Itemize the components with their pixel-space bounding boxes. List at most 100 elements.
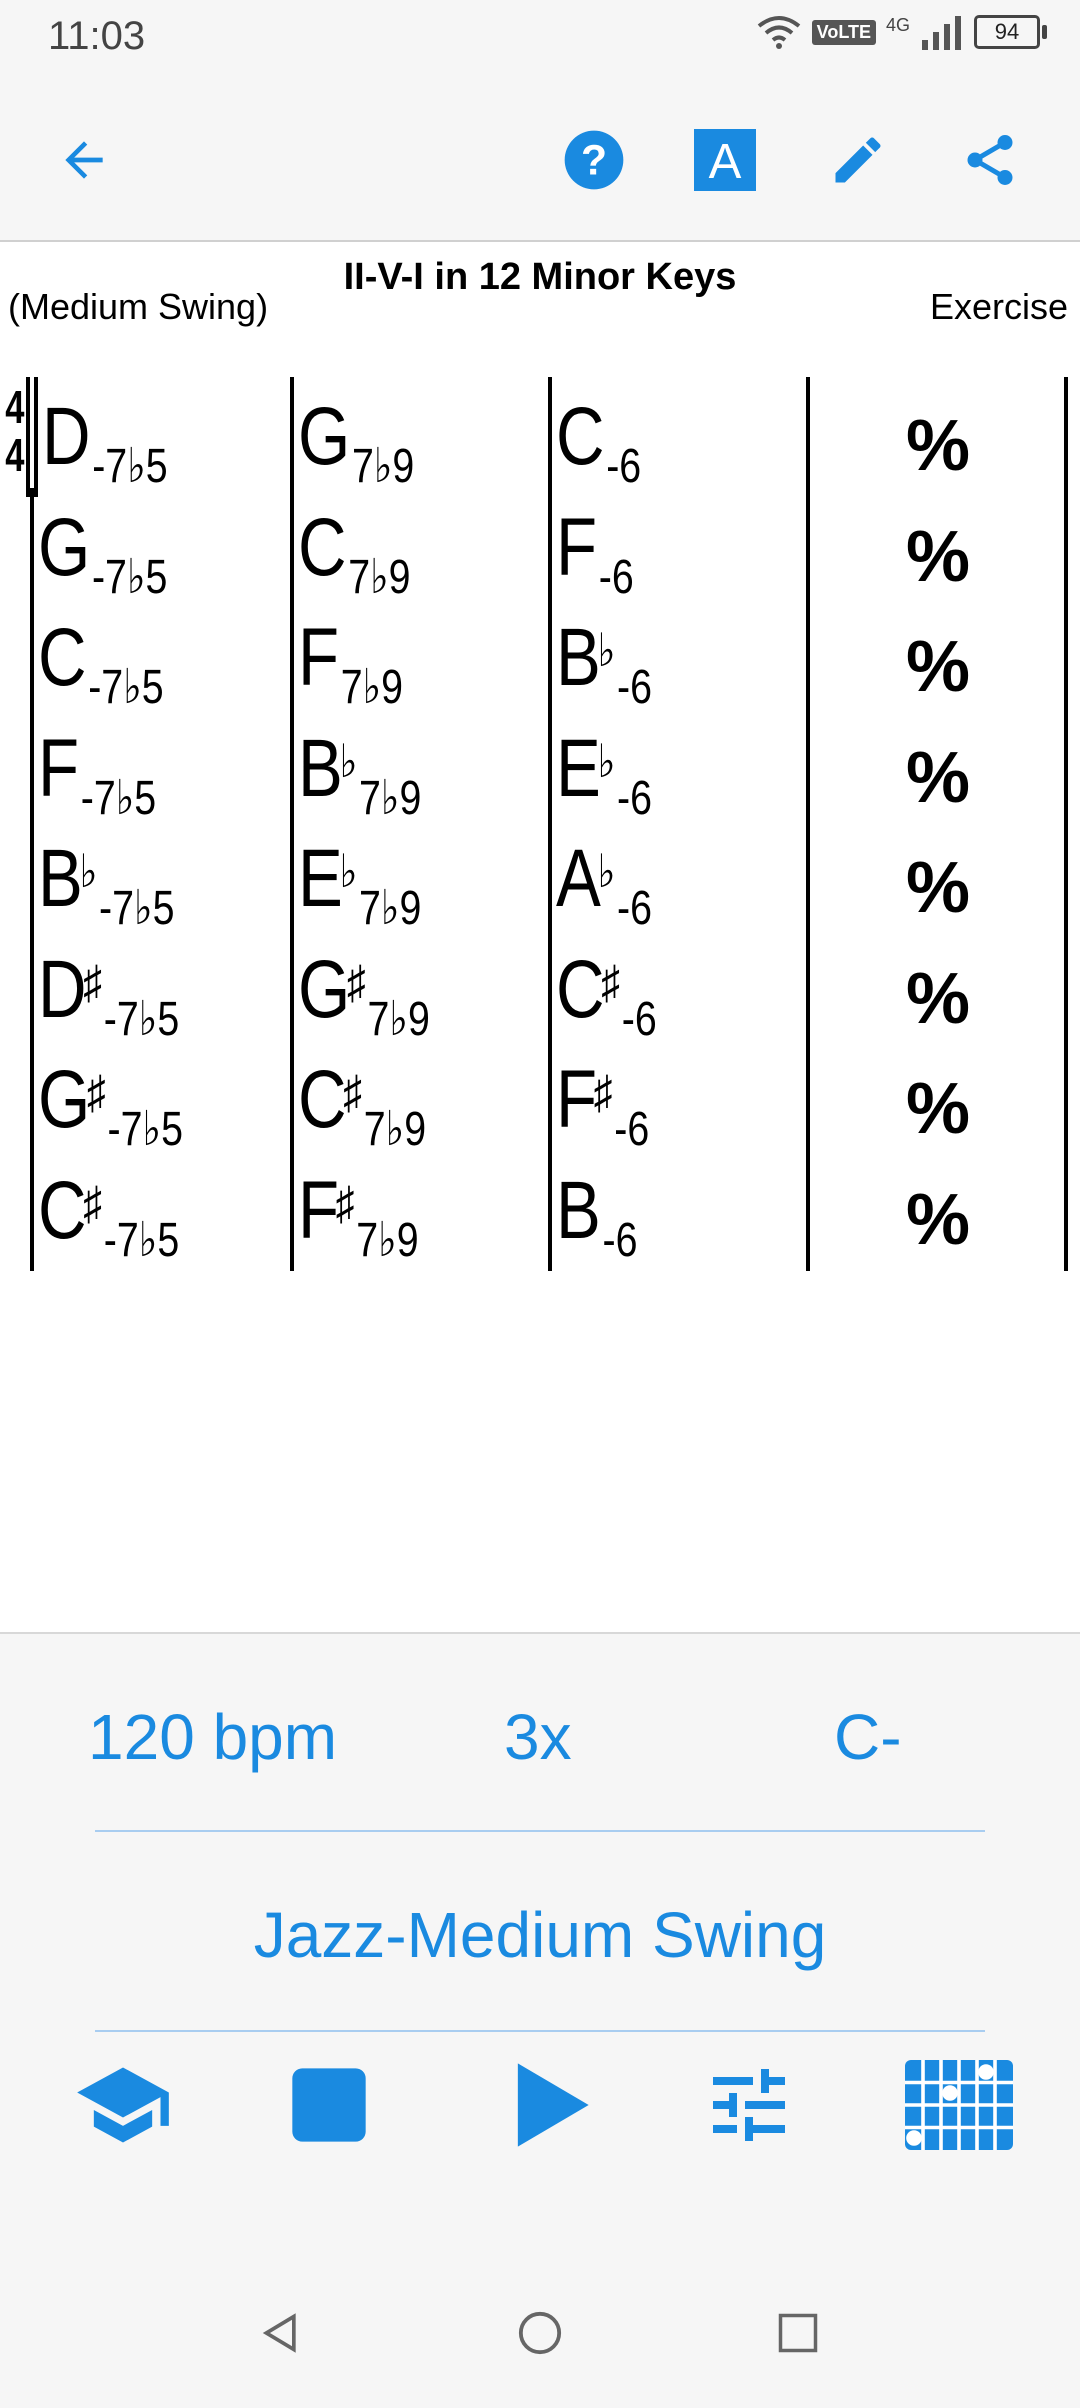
measure-repeat-symbol[interactable]: %: [906, 958, 970, 1040]
divider-top: [95, 1830, 985, 1832]
bar-line: [1064, 1150, 1068, 1271]
measure-repeat-symbol[interactable]: %: [906, 1179, 970, 1261]
chord-row: F-7♭5 B♭7♭9 E♭-6%: [0, 708, 1080, 831]
nav-recents-button[interactable]: [763, 2298, 833, 2368]
chord-symbol[interactable]: B♭-7♭5: [38, 829, 174, 941]
chord-symbol[interactable]: C♯-7♭5: [38, 1161, 179, 1273]
chord-extension: -7♭5: [103, 1213, 180, 1267]
measure-repeat-symbol[interactable]: %: [906, 405, 970, 487]
nav-back-icon: [262, 2313, 296, 2353]
nav-home-button[interactable]: [505, 2298, 575, 2368]
chord-accidental: ♭: [79, 845, 98, 897]
chord-accidental: ♯: [87, 1066, 106, 1118]
measure-repeat-symbol[interactable]: %: [906, 516, 970, 598]
chord-sheet[interactable]: II-V-I in 12 Minor Keys (Medium Swing) E…: [0, 242, 1080, 1632]
bar-line: [30, 819, 34, 939]
chord-symbol[interactable]: F7♭9: [298, 608, 403, 720]
font-icon: A: [694, 129, 756, 191]
chord-row: G-7♭5 C7♭9 F-6%: [0, 487, 1080, 610]
practice-button[interactable]: [68, 2050, 178, 2160]
bar-line: [806, 1040, 810, 1160]
fretboard-button[interactable]: [904, 2050, 1014, 2160]
status-icons: VoLTE 4G 94: [756, 14, 1047, 50]
chord-root: C: [556, 943, 605, 1035]
app-bar: ? A: [0, 80, 1080, 242]
chord-symbol[interactable]: F♯-6: [556, 1050, 649, 1162]
chord-extension: 7♭9: [351, 440, 415, 493]
measure-repeat-symbol[interactable]: %: [906, 737, 970, 819]
chord-symbol[interactable]: G♯7♭9: [298, 940, 430, 1052]
chord-accidental: ♯: [83, 955, 103, 1008]
chord-root: B: [38, 833, 83, 924]
chord-symbol[interactable]: G♯-7♭5: [38, 1050, 183, 1162]
chord-accidental: ♭: [597, 845, 616, 897]
chord-root: E: [556, 722, 601, 814]
share-button[interactable]: [950, 120, 1030, 200]
chord-symbol[interactable]: C-6: [556, 387, 641, 499]
chord-accidental: ♯: [601, 955, 621, 1008]
chord-accidental: ♭: [597, 734, 616, 787]
repeat-count[interactable]: 3x: [504, 1700, 572, 1774]
chord-symbol[interactable]: G7♭9: [298, 387, 414, 499]
chord-accidental: ♯: [83, 1176, 103, 1229]
measure-repeat-symbol[interactable]: %: [906, 626, 970, 708]
bar-line: [30, 1150, 34, 1271]
bar-line: [290, 1040, 294, 1160]
chord-symbol[interactable]: B♭-6: [556, 608, 652, 720]
chord-symbol[interactable]: F-7♭5: [38, 719, 156, 831]
font-button[interactable]: A: [685, 120, 765, 200]
stop-button[interactable]: [274, 2050, 384, 2160]
chord-symbol[interactable]: D-7♭5: [42, 387, 168, 499]
key-value[interactable]: C-: [834, 1700, 902, 1774]
chord-row: D♯-7♭5 G♯7♭9 C♯-6%: [0, 929, 1080, 1052]
chord-extension: 7♭9: [348, 550, 411, 604]
help-button[interactable]: ?: [554, 120, 634, 200]
chord-accidental: ♭: [339, 734, 358, 787]
chord-extension: 7♭9: [367, 992, 430, 1046]
chord-accidental: ♭: [339, 845, 358, 897]
status-time: 11:03: [48, 14, 146, 58]
chord-symbol[interactable]: B-6: [556, 1161, 638, 1273]
mixer-button[interactable]: [694, 2050, 804, 2160]
chord-symbol[interactable]: E♭-6: [556, 719, 652, 831]
chord-extension: -6: [617, 661, 653, 714]
svg-text:?: ?: [581, 137, 607, 185]
wifi-icon: [757, 16, 800, 49]
style-selector[interactable]: Jazz-Medium Swing: [0, 1898, 1080, 1972]
bar-line: [806, 1150, 810, 1271]
double-bar-line: [26, 377, 30, 497]
chord-symbol[interactable]: C7♭9: [298, 498, 411, 610]
song-style: (Medium Swing): [8, 286, 269, 327]
chord-symbol[interactable]: C♯-6: [556, 940, 657, 1052]
bar-line: [548, 598, 552, 718]
chord-symbol[interactable]: D♯-7♭5: [38, 940, 179, 1052]
chord-symbol[interactable]: B♭7♭9: [298, 719, 421, 831]
chord-extension: -6: [598, 550, 634, 604]
network-type: 4G: [885, 14, 910, 35]
chord-root: A: [556, 833, 601, 924]
time-signature-bottom: 4: [5, 429, 25, 481]
chord-symbol[interactable]: A♭-6: [556, 829, 652, 941]
chord-symbol[interactable]: F-6: [556, 498, 634, 610]
chord-symbol[interactable]: C♯7♭9: [298, 1050, 426, 1162]
nav-back-button[interactable]: [246, 2298, 316, 2368]
bar-line: [1064, 929, 1068, 1050]
bar-line: [806, 487, 810, 608]
bar-line: [30, 1040, 34, 1160]
edit-button[interactable]: [818, 120, 898, 200]
svg-text:A: A: [709, 135, 742, 189]
tempo-value[interactable]: 120 bpm: [88, 1700, 337, 1774]
signal-icon: [922, 16, 961, 50]
measure-repeat-symbol[interactable]: %: [906, 847, 970, 929]
chord-root: F: [556, 1054, 598, 1145]
chord-symbol[interactable]: E♭7♭9: [298, 829, 421, 941]
chord-root: F: [298, 612, 340, 703]
chord-root: G: [38, 501, 91, 593]
measure-repeat-symbol[interactable]: %: [906, 1068, 970, 1150]
chord-symbol[interactable]: G-7♭5: [38, 498, 167, 610]
play-button[interactable]: [492, 2050, 602, 2160]
time-signature-top: 4: [5, 381, 25, 433]
chord-symbol[interactable]: F♯7♭9: [298, 1161, 419, 1273]
back-button[interactable]: [44, 120, 124, 200]
chord-symbol[interactable]: C-7♭5: [38, 608, 164, 720]
